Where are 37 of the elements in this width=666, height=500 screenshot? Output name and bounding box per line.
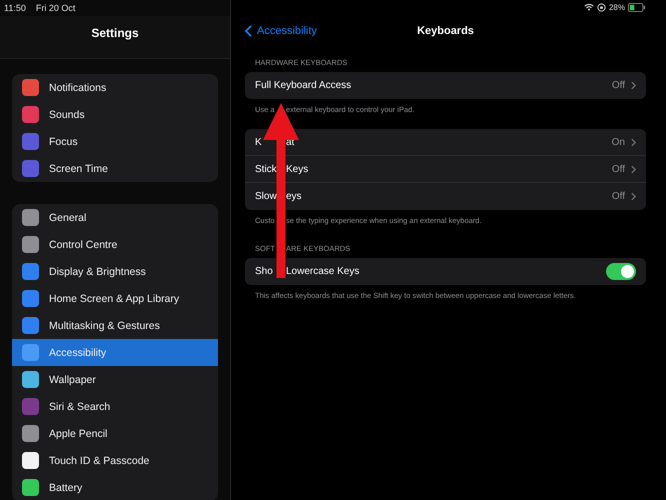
sidebar-item[interactable]: Sounds [12,101,218,128]
chevron-icon[interactable] [631,192,636,201]
page-title: Keyboards [417,25,474,37]
row-label: Slow eys [255,191,302,202]
status-date: Fri 20 Oct [36,3,76,13]
sidebar-item[interactable]: Wallpaper [12,366,218,393]
sidebar-item[interactable]: Control Centre [12,231,218,258]
back-chevron-icon [245,25,252,37]
chevron-icon[interactable] [631,164,636,174]
chevron-icon[interactable] [631,138,636,146]
back-button[interactable]: Accessibility [245,25,321,37]
chevron-icon[interactable] [631,81,636,90]
sidebar-item[interactable]: Siri & Search [12,393,218,420]
sidebar-item[interactable]: Focus [12,128,218,155]
row-value: On [612,136,625,148]
sidebar-item[interactable]: General [12,204,218,231]
sidebar-item[interactable]: Screen Time [12,155,218,182]
status-time: 11:50 [4,3,26,13]
row-label: Stick Keys [255,164,308,174]
toggle-switch[interactable] [606,263,636,280]
sidebar-item[interactable]: Multitasking & Gestures [12,312,218,339]
row-value: Off [612,164,625,174]
row-label: Full Keyboard Access [255,80,352,91]
wifi-icon [584,3,594,11]
sidebar-item[interactable]: Accessibility [12,339,218,366]
row-value: Off [612,191,625,202]
sidebar-item[interactable]: Battery [12,474,218,500]
sidebar-title: Settings [0,16,230,59]
sidebar-item[interactable]: Touch ID & Passcode [12,447,218,474]
sidebar-item[interactable]: Display & Brightness [12,258,218,285]
row-label: Sho Lowercase Keys [255,266,360,277]
battery-icon [628,2,646,12]
sidebar-item[interactable]: Apple Pencil [12,420,218,447]
row-value: Off [612,80,625,91]
sidebar-item[interactable]: Notifications [12,74,218,101]
sidebar-item[interactable]: Home Screen & App Library [12,285,218,312]
battery-percent: 28% [608,2,625,12]
